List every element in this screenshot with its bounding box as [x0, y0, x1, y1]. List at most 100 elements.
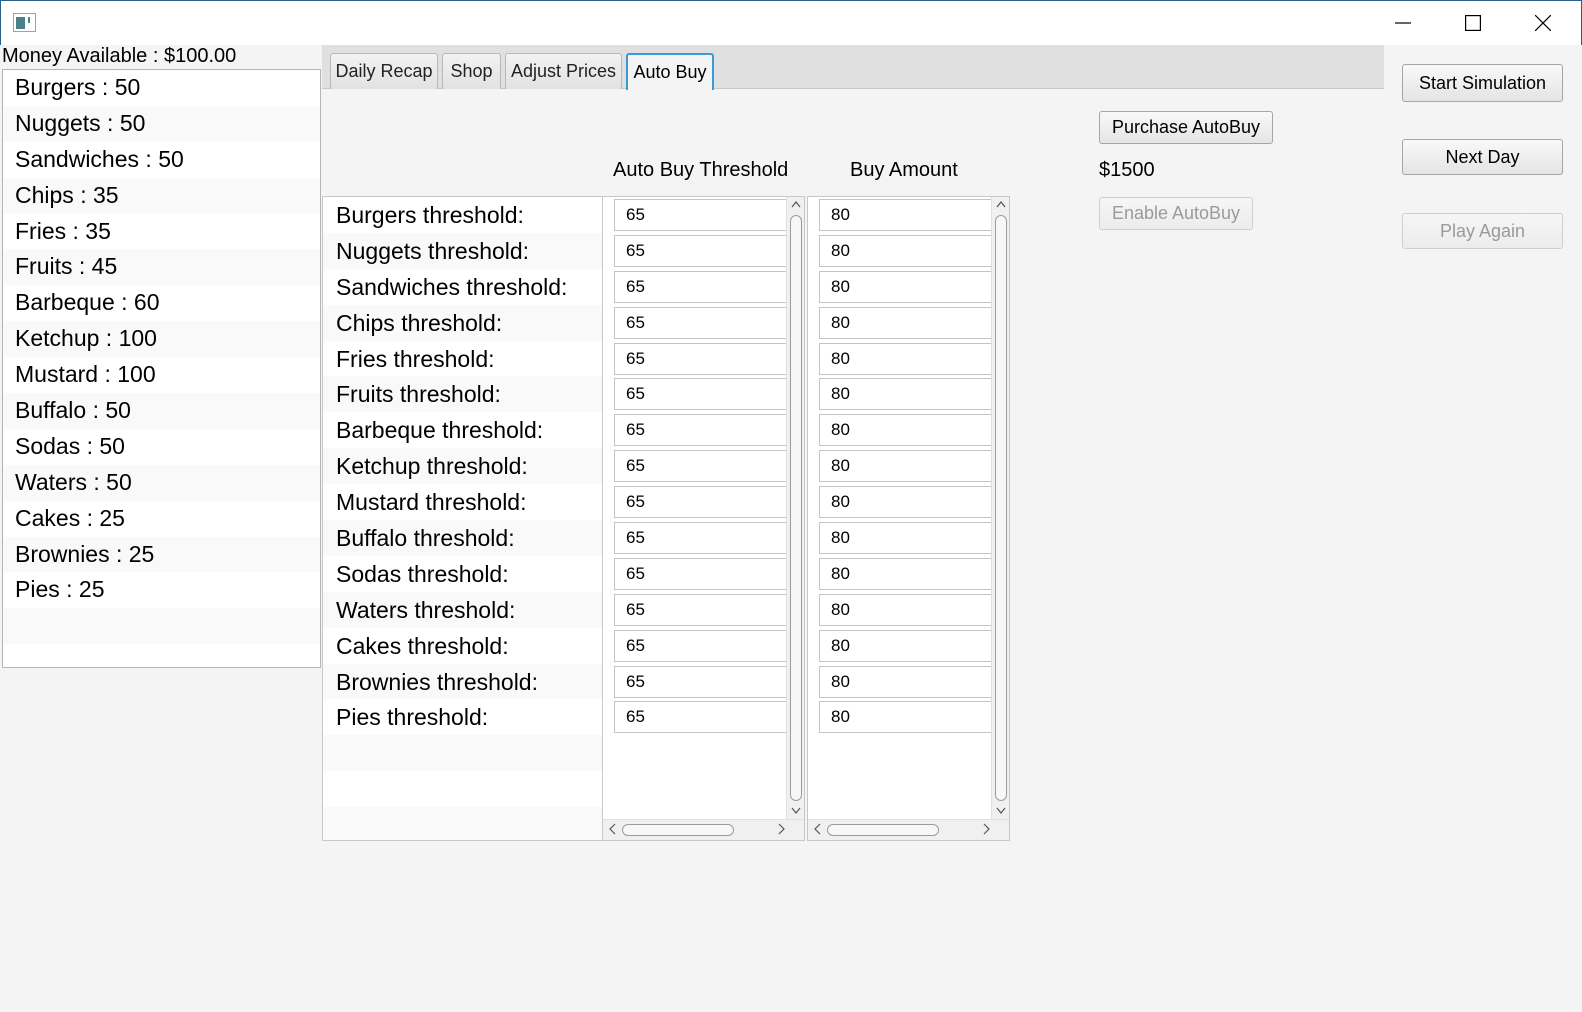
inventory-item[interactable]: Brownies : 25: [3, 536, 320, 573]
tab-auto-buy[interactable]: Auto Buy: [626, 53, 714, 90]
scroll-down-icon[interactable]: [996, 807, 1006, 817]
threshold-label: Sodas threshold:: [336, 560, 509, 587]
inventory-item[interactable]: Mustard : 100: [3, 357, 320, 393]
threshold-vertical-scrollbar[interactable]: [786, 197, 804, 820]
threshold-input-list[interactable]: [602, 196, 805, 841]
scrollbar-thumb[interactable]: [790, 215, 802, 801]
threshold-row: [603, 520, 789, 556]
threshold-field[interactable]: [614, 557, 789, 590]
buy-amount-input-list[interactable]: [807, 196, 1010, 841]
threshold-horizontal-scrollbar[interactable]: [603, 819, 804, 840]
threshold-row: [603, 699, 789, 735]
threshold-label: Burgers threshold:: [336, 202, 524, 228]
threshold-label: Pies threshold:: [336, 704, 489, 731]
tab-adjust-prices[interactable]: Adjust Prices: [505, 53, 622, 89]
start-simulation-button[interactable]: Start Simulation: [1402, 64, 1563, 102]
inventory-item[interactable]: Fruits : 45: [3, 249, 320, 286]
money-available-label: Money Available : $100.00: [2, 45, 237, 67]
threshold-field[interactable]: [614, 378, 789, 411]
inventory-list[interactable]: Burgers : 50 Nuggets : 50 Sandwiches : 50 C…: [2, 69, 321, 668]
inventory-item[interactable]: Burgers : 50: [3, 70, 320, 106]
scrollbar-thumb[interactable]: [622, 824, 734, 836]
minimize-icon: [1395, 22, 1411, 24]
scroll-left-icon[interactable]: [608, 823, 616, 835]
threshold-label: Nuggets threshold:: [323, 232, 602, 269]
next-day-button[interactable]: Next Day: [1402, 139, 1563, 175]
amount-vertical-scrollbar[interactable]: [991, 197, 1009, 820]
buy-amount-field[interactable]: [819, 593, 994, 626]
threshold-field[interactable]: [614, 701, 789, 734]
buy-amount-field[interactable]: [819, 414, 994, 447]
tab-daily-recap[interactable]: Daily Recap: [330, 53, 438, 89]
inventory-item[interactable]: Cakes : 25: [3, 501, 320, 537]
inventory-item[interactable]: Waters : 50: [3, 464, 320, 501]
inventory-item[interactable]: Pies : 25: [3, 572, 320, 608]
threshold-field[interactable]: [614, 199, 789, 231]
minimize-button[interactable]: [1368, 1, 1438, 46]
inventory-item[interactable]: [3, 608, 320, 645]
threshold-field[interactable]: [614, 450, 789, 483]
threshold-label: Barbeque threshold:: [336, 417, 544, 444]
inventory-item[interactable]: Barbeque : 60: [3, 285, 320, 321]
scroll-up-icon[interactable]: [791, 200, 801, 210]
buy-amount-row: [808, 376, 994, 412]
maximize-button[interactable]: [1438, 1, 1508, 46]
buy-amount-field[interactable]: [819, 486, 994, 519]
scroll-down-icon[interactable]: [791, 807, 801, 817]
buy-amount-field[interactable]: [819, 522, 994, 555]
threshold-field[interactable]: [614, 270, 789, 303]
amount-horizontal-scrollbar[interactable]: [808, 819, 1009, 840]
buy-amount-field[interactable]: [819, 557, 994, 590]
buy-amount-field[interactable]: [819, 199, 994, 231]
buy-amount-field[interactable]: [819, 234, 994, 267]
buy-amount-field[interactable]: [819, 342, 994, 375]
buy-amount-row: [808, 520, 994, 556]
buy-amount-row: [808, 197, 994, 233]
scrollbar-thumb[interactable]: [827, 824, 939, 836]
threshold-row: [603, 448, 789, 484]
app-icon: [13, 13, 36, 32]
scroll-right-icon[interactable]: [778, 823, 786, 835]
enable-autobuy-button[interactable]: Enable AutoBuy: [1099, 197, 1253, 230]
inventory-item[interactable]: Sandwiches : 50: [3, 142, 320, 178]
buy-amount-row: [808, 233, 994, 269]
close-button[interactable]: [1508, 1, 1578, 46]
tab-shop[interactable]: Shop: [442, 53, 501, 89]
threshold-field[interactable]: [614, 665, 789, 698]
buy-amount-field[interactable]: [819, 701, 994, 734]
buy-amount-field[interactable]: [819, 378, 994, 411]
buy-amount-field[interactable]: [819, 306, 994, 339]
scroll-right-icon[interactable]: [983, 823, 991, 835]
inventory-item[interactable]: Sodas : 50: [3, 429, 320, 465]
threshold-field[interactable]: [614, 629, 789, 662]
inventory-item[interactable]: Nuggets : 50: [3, 105, 320, 142]
threshold-row: [603, 628, 789, 664]
inventory-item[interactable]: Ketchup : 100: [3, 321, 320, 358]
buy-amount-field[interactable]: [819, 450, 994, 483]
threshold-field[interactable]: [614, 306, 789, 339]
threshold-field[interactable]: [614, 342, 789, 375]
inventory-item[interactable]: Chips : 35: [3, 177, 320, 214]
threshold-label: Chips threshold:: [323, 304, 602, 341]
threshold-field[interactable]: [614, 593, 789, 626]
threshold-label: [323, 771, 602, 807]
buy-amount-field[interactable]: [819, 665, 994, 698]
scrollbar-thumb[interactable]: [995, 215, 1007, 801]
threshold-row: [603, 664, 789, 700]
buy-amount-field[interactable]: [819, 629, 994, 662]
inventory-item[interactable]: Buffalo : 50: [3, 393, 320, 429]
threshold-field[interactable]: [614, 522, 789, 555]
threshold-label: [323, 807, 602, 840]
threshold-field[interactable]: [614, 234, 789, 267]
threshold-label: Sandwiches threshold:: [336, 273, 568, 300]
inventory-item[interactable]: Fries : 35: [3, 214, 320, 250]
threshold-row: [603, 233, 789, 269]
scroll-up-icon[interactable]: [996, 200, 1006, 210]
purchase-autobuy-button[interactable]: Purchase AutoBuy: [1099, 111, 1273, 144]
play-again-button[interactable]: Play Again: [1402, 213, 1563, 249]
buy-amount-field[interactable]: [819, 270, 994, 303]
inventory-item[interactable]: [3, 644, 320, 667]
threshold-field[interactable]: [614, 486, 789, 519]
scroll-left-icon[interactable]: [813, 823, 821, 835]
threshold-field[interactable]: [614, 414, 789, 447]
